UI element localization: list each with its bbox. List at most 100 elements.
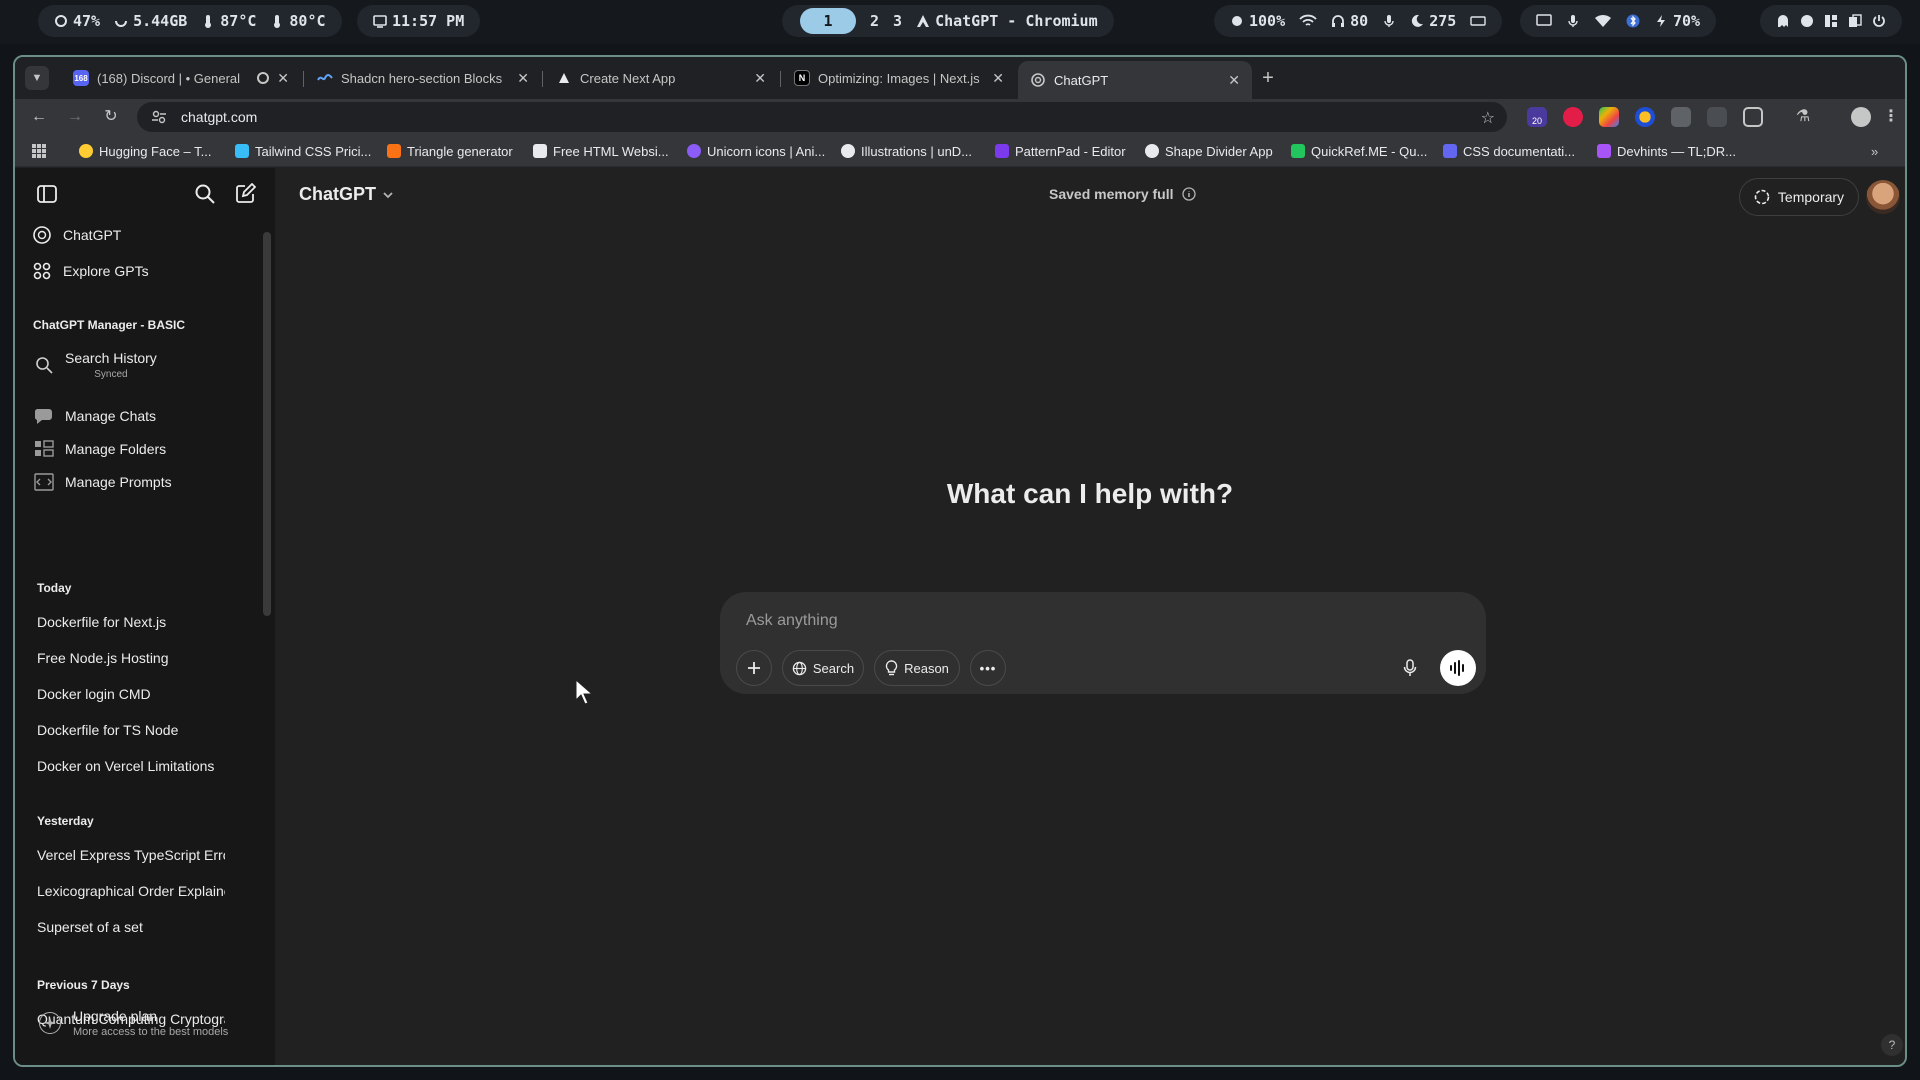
layout-icon[interactable] bbox=[1824, 14, 1838, 28]
clock-pill: 11:57 PM bbox=[357, 5, 481, 37]
chat-history-item[interactable]: Free Node.js Hosting bbox=[37, 650, 247, 666]
history-section-previous-7-days: Previous 7 Days bbox=[37, 978, 130, 992]
new-tab-button[interactable]: + bbox=[1255, 65, 1281, 91]
more-bookmarks-icon[interactable]: » bbox=[1871, 142, 1878, 160]
tab-chatgpt[interactable]: ChatGPT ✕ bbox=[1018, 61, 1252, 99]
workspace-2[interactable]: 2 bbox=[870, 12, 879, 30]
chat-history-item[interactable]: Docker on Vercel Limitations bbox=[37, 758, 247, 774]
forward-button[interactable]: → bbox=[63, 105, 87, 129]
flask-icon[interactable]: ⚗ bbox=[1793, 107, 1813, 127]
wifi-icon[interactable] bbox=[1594, 14, 1612, 28]
power-icon[interactable] bbox=[1872, 14, 1886, 28]
bookmark-star-icon[interactable]: ☆ bbox=[1481, 108, 1495, 128]
bookmark-css-docs[interactable]: CSS documentati... bbox=[1443, 142, 1575, 160]
ghost-icon[interactable] bbox=[1776, 14, 1790, 28]
extension-red-icon[interactable] bbox=[1563, 107, 1583, 127]
tab-nextjs-images[interactable]: N Optimizing: Images | Next.js ✕ bbox=[782, 61, 1016, 95]
puzzle-icon[interactable] bbox=[1743, 107, 1763, 127]
tab-shadcn[interactable]: Shadcn hero-section Blocks ✕ bbox=[305, 61, 541, 95]
close-icon[interactable]: ✕ bbox=[992, 70, 1004, 87]
tab-create-next-app[interactable]: Create Next App ✕ bbox=[544, 61, 778, 95]
memory-notice[interactable]: Saved memory full bbox=[1049, 186, 1196, 202]
extension-color-icon[interactable] bbox=[1599, 107, 1619, 127]
address-bar[interactable]: chatgpt.com ☆ bbox=[137, 102, 1507, 132]
bookmark-free-html[interactable]: Free HTML Websi... bbox=[533, 142, 669, 160]
close-icon[interactable]: ✕ bbox=[754, 70, 766, 87]
manager-section-title: ChatGPT Manager - BASIC bbox=[33, 318, 186, 332]
chat-history-item[interactable]: Dockerfile for Next.js bbox=[37, 614, 247, 630]
more-tools-button[interactable]: ••• bbox=[970, 650, 1006, 686]
bookmark-shape-divider[interactable]: Shape Divider App bbox=[1145, 142, 1273, 160]
bookmark-undraw[interactable]: Illustrations | unD... bbox=[841, 142, 972, 160]
brightness-level: 100% bbox=[1249, 12, 1286, 30]
page-headline: What can I help with? bbox=[946, 478, 1234, 509]
prompt-input[interactable]: Ask anything bbox=[746, 612, 838, 630]
voice-mode-button[interactable] bbox=[1440, 650, 1476, 686]
sidebar-item-chatgpt[interactable]: ChatGPT bbox=[31, 219, 121, 251]
tab-title: (168) Discord | • General bbox=[97, 70, 241, 86]
extension-picker-icon[interactable] bbox=[1671, 107, 1691, 127]
chat-history-item[interactable]: Dockerfile for TS Node bbox=[37, 722, 247, 738]
upgrade-plan-button[interactable]: Upgrade plan More access to the best mod… bbox=[39, 1008, 228, 1038]
mouse-cursor-icon bbox=[575, 678, 594, 705]
microphone-icon[interactable] bbox=[1566, 14, 1580, 28]
bookmark-label: Unicorn icons | Ani... bbox=[707, 143, 826, 159]
tab-search-button[interactable]: ▼ bbox=[25, 66, 49, 90]
kebab-menu-icon[interactable]: ⋮ bbox=[1881, 107, 1901, 127]
bluetooth-icon[interactable] bbox=[1626, 14, 1640, 28]
bookmark-quickref[interactable]: QuickRef.ME - Qu... bbox=[1291, 142, 1427, 160]
search-toggle-button[interactable]: Search bbox=[782, 650, 864, 686]
chat-history-item[interactable]: Vercel Express TypeScript Error bbox=[37, 847, 225, 863]
bookmark-unicorn-icons[interactable]: Unicorn icons | Ani... bbox=[687, 142, 825, 160]
bookmark-hugging-face[interactable]: Hugging Face – T... bbox=[79, 142, 212, 160]
sidebar-scrollbar[interactable] bbox=[263, 232, 271, 616]
manager-manage-folders[interactable]: Manage Folders bbox=[33, 433, 166, 465]
workspace-1[interactable]: 1 bbox=[800, 8, 856, 34]
chat-history-item[interactable]: Docker login CMD bbox=[37, 686, 247, 702]
reload-button[interactable]: ↻ bbox=[99, 105, 123, 129]
close-icon[interactable]: ✕ bbox=[1228, 72, 1240, 89]
palette-icon[interactable] bbox=[1800, 14, 1814, 28]
sidebar-item-explore-gpts[interactable]: Explore GPTs bbox=[31, 255, 149, 287]
reason-toggle-button[interactable]: Reason bbox=[874, 650, 960, 686]
help-button[interactable]: ? bbox=[1881, 1034, 1903, 1056]
bookmark-devhints[interactable]: Devhints — TL;DR... bbox=[1597, 142, 1736, 160]
new-chat-button[interactable] bbox=[231, 180, 259, 208]
screen-edit-icon[interactable] bbox=[1536, 14, 1552, 28]
workspace-3[interactable]: 3 bbox=[893, 12, 902, 30]
sidebar-item-label: Manage Chats bbox=[65, 408, 157, 424]
cpu-usage: 47% bbox=[73, 12, 101, 30]
bookmark-triangle[interactable]: Triangle generator bbox=[387, 142, 513, 160]
attach-button[interactable] bbox=[736, 650, 772, 686]
tab-discord[interactable]: 168 (168) Discord | • General ✕ bbox=[61, 61, 301, 95]
profile-icon[interactable] bbox=[1851, 107, 1871, 127]
copy-icon[interactable] bbox=[1848, 14, 1862, 28]
temporary-chat-button[interactable]: Temporary bbox=[1739, 178, 1859, 216]
search-chats-button[interactable] bbox=[191, 180, 219, 208]
bookmark-tailwind[interactable]: Tailwind CSS Prici... bbox=[235, 142, 371, 160]
sidebar-item-label: Search History bbox=[65, 350, 157, 366]
bookmark-patternpad[interactable]: PatternPad - Editor bbox=[995, 142, 1126, 160]
bookmark-label: Triangle generator bbox=[407, 143, 513, 159]
close-icon[interactable]: ✕ bbox=[517, 70, 529, 87]
chat-history-item[interactable]: Superset of a set bbox=[37, 919, 247, 935]
manager-manage-prompts[interactable]: Manage Prompts bbox=[33, 466, 172, 498]
active-window-title: ChatGPT - Chromium bbox=[935, 12, 1098, 30]
info-icon bbox=[1181, 187, 1196, 201]
back-button[interactable]: ← bbox=[27, 105, 51, 129]
extension-orb-icon[interactable] bbox=[1635, 107, 1655, 127]
tab-divider bbox=[542, 71, 543, 87]
manager-search-history[interactable]: Search History Synced bbox=[33, 342, 157, 386]
chat-history-item[interactable]: Lexicographical Order Explained bbox=[37, 883, 225, 899]
extension-badge-icon[interactable]: 20 bbox=[1527, 107, 1547, 127]
user-avatar[interactable] bbox=[1866, 180, 1900, 214]
camera-icon[interactable] bbox=[1707, 107, 1727, 127]
sidebar-toggle-button[interactable] bbox=[33, 180, 61, 208]
close-icon[interactable]: ✕ bbox=[277, 70, 289, 87]
model-selector[interactable]: ChatGPT bbox=[299, 184, 394, 205]
apps-grid-icon[interactable] bbox=[31, 142, 47, 160]
patternpad-icon bbox=[995, 144, 1009, 158]
manager-manage-chats[interactable]: Manage Chats bbox=[33, 400, 156, 432]
site-settings-icon[interactable] bbox=[151, 109, 167, 125]
dictate-button[interactable] bbox=[1392, 650, 1428, 686]
